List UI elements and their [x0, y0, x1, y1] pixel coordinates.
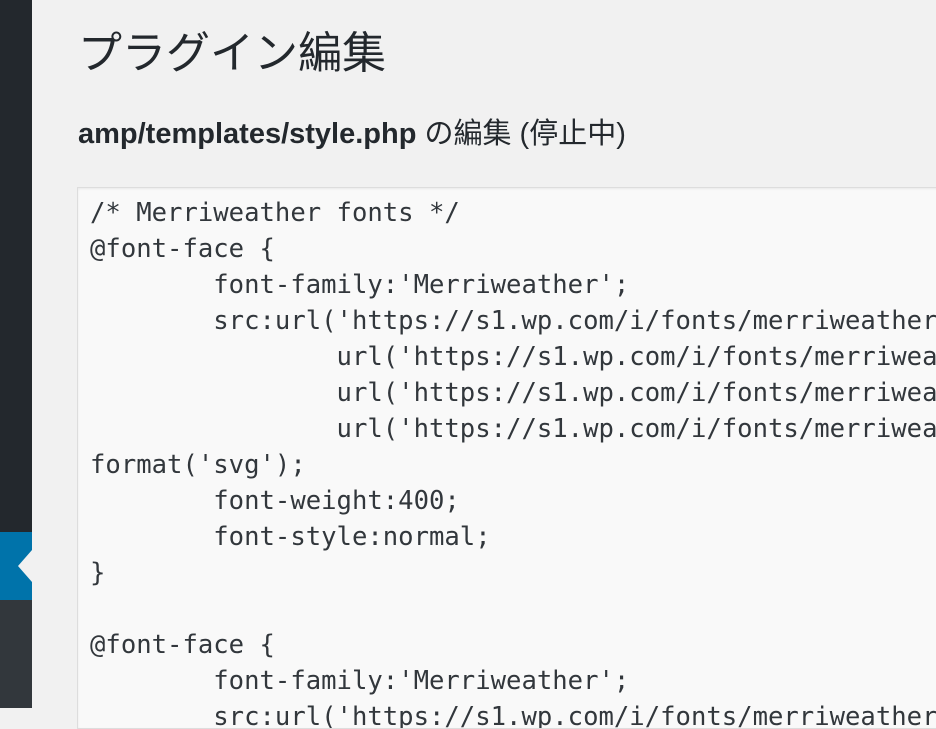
code-line: url('https://s1.wp.com/i/fonts/merriweat… [336, 342, 936, 372]
file-status: の編集 (停止中) [416, 118, 626, 150]
file-name: amp/templates/style.php [78, 118, 417, 150]
code-line: font-weight:400; [90, 486, 460, 516]
code-editor[interactable]: /* Merriweather fonts */ @font-face { fon… [77, 187, 936, 729]
code-line: font-style:normal; [90, 522, 491, 552]
sidebar-item-next[interactable] [0, 600, 32, 708]
code-line: font-family:'Merriweather'; [90, 270, 630, 300]
code-line: @font-face { [90, 630, 275, 660]
page-title: プラグイン編集 [78, 28, 386, 79]
file-heading: amp/templates/style.php の編集 (停止中) [78, 112, 626, 156]
code-line: @font-face { [90, 234, 275, 264]
code-lines: /* Merriweather fonts */ @font-face { fon… [90, 195, 936, 729]
code-line: url('https://s1.wp.com/i/fonts/merriweat… [336, 378, 936, 408]
code-line: /* Merriweather fonts */ [90, 198, 460, 228]
code-line: font-family:'Merriweather'; [90, 666, 630, 696]
code-line: src:url('https://s1.wp.com/i/fonts/merri… [213, 306, 936, 336]
code-line: format('svg'); [90, 450, 306, 480]
code-line: src:url('https://s1.wp.com/i/fonts/merri… [213, 702, 936, 729]
code-line: url('https://s1.wp.com/i/fonts/merriweat… [336, 414, 936, 444]
code-line: } [90, 558, 106, 588]
sidebar-current-arrow [18, 550, 32, 582]
